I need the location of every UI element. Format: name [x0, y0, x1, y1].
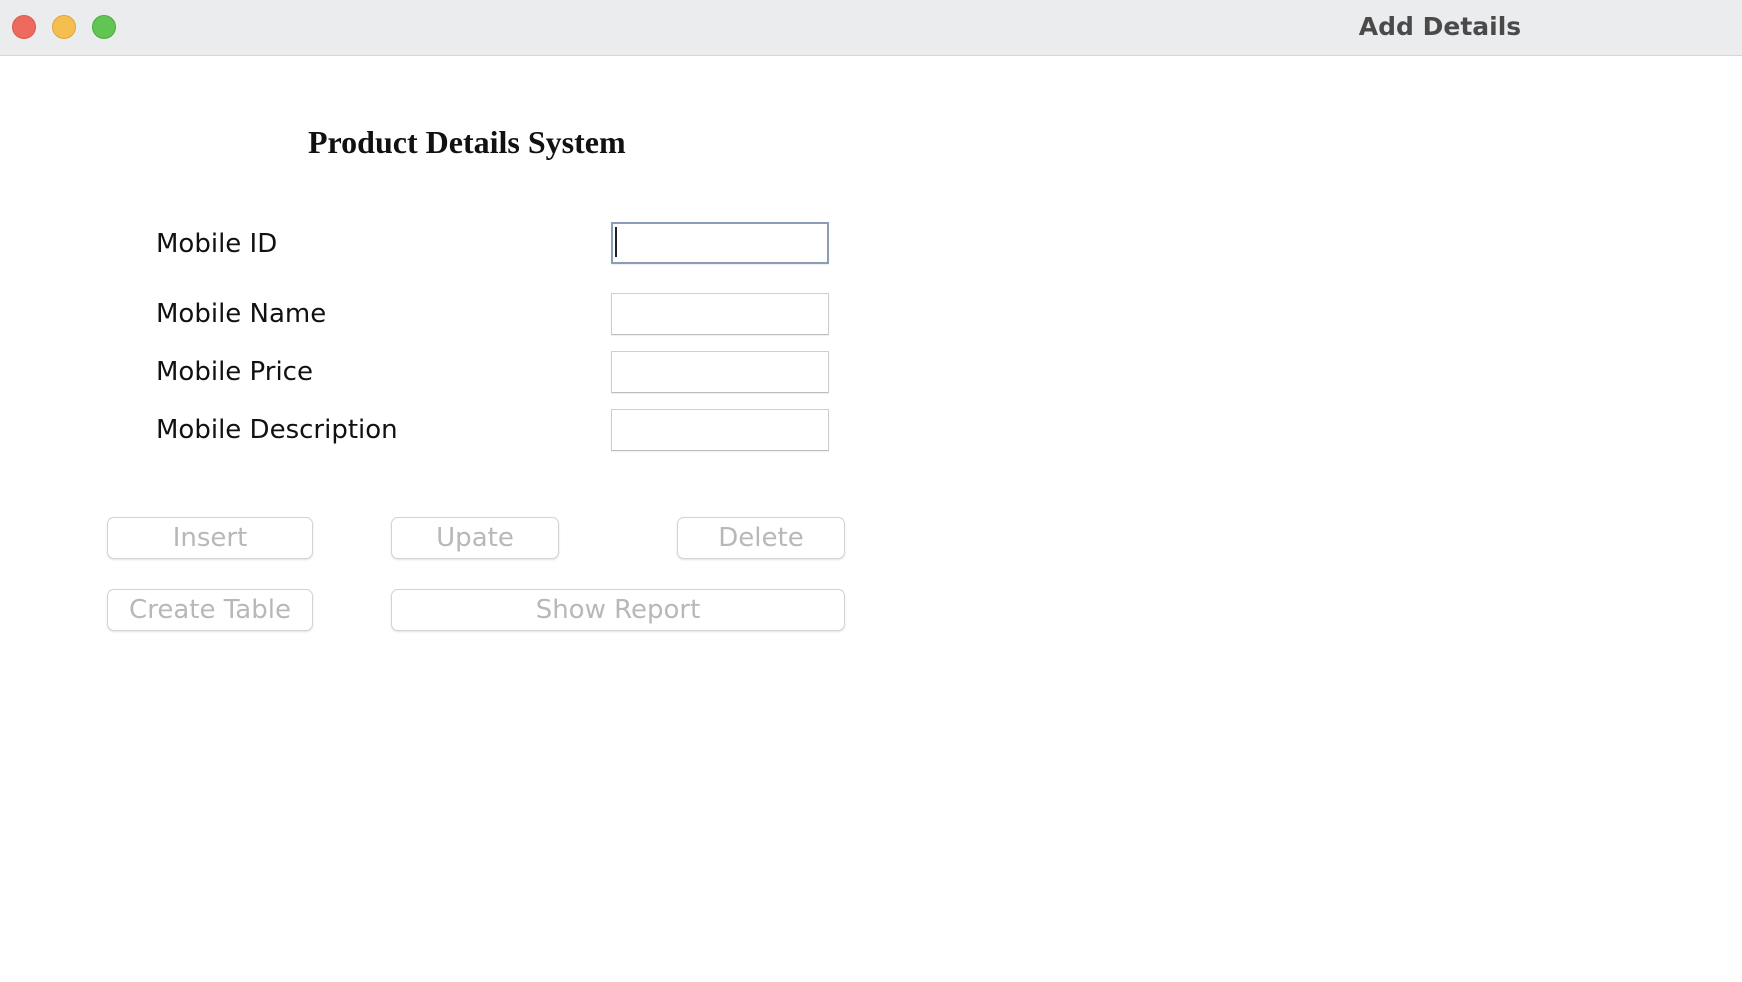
app-window: Add Details Product Details System Mobil…: [0, 0, 1742, 982]
minimize-window-button[interactable]: [52, 15, 76, 39]
delete-button[interactable]: Delete: [677, 517, 845, 559]
insert-button[interactable]: Insert: [107, 517, 313, 559]
show-report-button[interactable]: Show Report: [391, 589, 845, 631]
create-table-button[interactable]: Create Table: [107, 589, 313, 631]
mobile-price-label: Mobile Price: [156, 357, 313, 387]
mobile-id-label: Mobile ID: [156, 229, 278, 259]
mobile-description-input[interactable]: [611, 409, 829, 451]
close-window-button[interactable]: [12, 15, 36, 39]
mobile-name-input[interactable]: [611, 293, 829, 335]
mobile-description-label: Mobile Description: [156, 415, 398, 445]
mobile-name-label: Mobile Name: [156, 299, 327, 329]
window-title: Add Details: [1358, 12, 1522, 41]
form-heading: Product Details System: [308, 124, 626, 160]
title-bar: Add Details: [0, 0, 1742, 56]
mobile-price-input[interactable]: [611, 351, 829, 393]
mobile-id-input[interactable]: [611, 222, 829, 264]
text-caret: [615, 227, 617, 257]
update-button[interactable]: Upate: [391, 517, 559, 559]
maximize-window-button[interactable]: [92, 15, 116, 39]
